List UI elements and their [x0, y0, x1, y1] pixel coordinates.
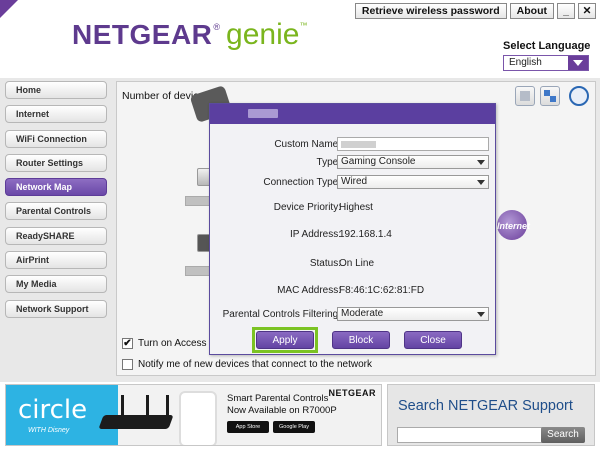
sidebar-item-readyshare[interactable]: ReadySHARE: [5, 226, 107, 245]
block-button[interactable]: Block: [332, 331, 390, 349]
mac-address-row: MAC Address: F8:46:1C:62:81:FD: [210, 285, 495, 299]
support-search-box: Search NETGEAR Support Search: [387, 384, 595, 446]
map-view-icon[interactable]: [540, 86, 560, 106]
support-title: Search NETGEAR Support: [398, 398, 573, 414]
language-select[interactable]: English: [503, 55, 589, 71]
sidebar-item-wifi-connection[interactable]: WiFi Connection: [5, 129, 107, 148]
connection-type-label: Connection Type:: [263, 177, 341, 188]
sidebar-item-my-media[interactable]: My Media: [5, 275, 107, 294]
netgear-genie-logo: NETGEAR ® genie ™: [72, 18, 307, 52]
chevron-down-icon: [477, 160, 485, 165]
router-antenna: [166, 395, 169, 417]
mac-address-label: MAC Address:: [277, 285, 341, 296]
close-button[interactable]: Close: [404, 331, 462, 349]
list-view-icon[interactable]: [515, 86, 535, 106]
status-row: Status: On Line: [210, 258, 495, 272]
access-control-label: Turn on Access C: [138, 338, 217, 349]
language-label: Select Language: [503, 40, 591, 52]
sidebar-item-parental-controls[interactable]: Parental Controls: [5, 202, 107, 221]
custom-name-row: Custom Name:: [210, 137, 495, 153]
refresh-icon[interactable]: [569, 86, 589, 106]
type-select[interactable]: Gaming Console: [337, 155, 489, 169]
minimize-button[interactable]: _: [557, 3, 575, 19]
status-label: Status:: [309, 258, 341, 269]
parental-filtering-value: Moderate: [341, 308, 384, 319]
dialog-title-redacted: [248, 109, 278, 118]
chevron-down-icon: [568, 56, 588, 70]
apply-highlight: Apply: [252, 327, 318, 353]
notify-label: Notify me of new devices that connect to…: [138, 359, 373, 370]
view-toolbar: [515, 86, 589, 106]
ad-subheadline: Now Available on R7000P: [227, 405, 337, 416]
internet-label: Internet: [497, 221, 531, 231]
connection-type-row: Connection Type: Wired: [210, 175, 495, 191]
chevron-down-icon: [477, 180, 485, 185]
device-priority-label: Device Priority:: [273, 202, 341, 213]
notify-checkbox[interactable]: [122, 359, 133, 370]
mac-address-value: F8:46:1C:62:81:FD: [339, 285, 425, 296]
router-image: [98, 415, 174, 429]
router-antenna: [121, 395, 124, 417]
logo-trademark: ™: [299, 21, 308, 30]
dialog-button-row: Apply Block Close: [252, 327, 462, 353]
circle-ad-banner: circle WITH Disney: [6, 385, 118, 445]
device-priority-row: Device Priority: Highest: [210, 202, 495, 216]
app-header: NETGEAR ® genie ™ Retrieve wireless pass…: [0, 0, 600, 80]
device-details-dialog: Custom Name: Type: Gaming Console Connec…: [209, 103, 496, 355]
sidebar-item-network-map[interactable]: Network Map: [5, 178, 107, 197]
store-badges: App Store Google Play: [227, 421, 315, 433]
phone-image: [179, 391, 217, 445]
chevron-down-icon: [477, 312, 485, 317]
ip-address-value: 192.168.1.4: [339, 229, 392, 240]
internet-globe-icon[interactable]: Internet: [497, 210, 531, 240]
parental-filtering-row: Parental Controls Filtering: Moderate: [210, 307, 495, 323]
circle-advertisement[interactable]: circle WITH Disney NETGEAR Smart Parenta…: [5, 384, 382, 446]
router-antenna: [146, 395, 149, 417]
sidebar-item-airprint[interactable]: AirPrint: [5, 251, 107, 270]
dialog-body: Custom Name: Type: Gaming Console Connec…: [210, 124, 495, 354]
connection-type-value: Wired: [341, 176, 368, 187]
notify-row: Notify me of new devices that connect to…: [122, 359, 372, 370]
ip-address-label: IP Address:: [290, 229, 341, 240]
parental-filtering-select[interactable]: Moderate: [337, 307, 489, 321]
ad-headline: Smart Parental Controls: [227, 393, 329, 404]
type-value: Gaming Console: [341, 156, 416, 167]
type-row: Type: Gaming Console: [210, 155, 495, 171]
access-control-checkbox[interactable]: ✔: [122, 338, 133, 349]
retrieve-password-button[interactable]: Retrieve wireless password: [354, 3, 507, 19]
ip-address-row: IP Address: 192.168.1.4: [210, 229, 495, 243]
logo-brand: NETGEAR: [72, 19, 213, 50]
status-value: On Line: [339, 258, 375, 269]
circle-disney-text: WITH Disney: [28, 427, 70, 434]
google-play-badge[interactable]: Google Play: [273, 421, 315, 433]
logo-product: genie: [226, 18, 300, 51]
access-control-row: ✔ Turn on Access C: [122, 338, 217, 349]
circle-brand-text: circle: [18, 395, 88, 425]
support-search-button[interactable]: Search: [541, 427, 585, 443]
app-store-badge[interactable]: App Store: [227, 421, 269, 433]
about-button[interactable]: About: [509, 3, 554, 19]
ad-netgear-mark: NETGEAR: [328, 388, 376, 398]
sidebar-nav: Home Internet WiFi Connection Router Set…: [5, 81, 107, 324]
language-value: English: [509, 57, 542, 68]
connection-type-select[interactable]: Wired: [337, 175, 489, 189]
sidebar-item-network-support[interactable]: Network Support: [5, 299, 107, 318]
custom-name-label: Custom Name:: [274, 139, 341, 150]
top-toolbar: Retrieve wireless password About _ ✕: [354, 3, 596, 19]
apply-button[interactable]: Apply: [256, 331, 314, 349]
sidebar-item-home[interactable]: Home: [5, 81, 107, 99]
custom-name-input[interactable]: [337, 137, 489, 151]
sidebar-item-router-settings[interactable]: Router Settings: [5, 153, 107, 172]
device-priority-value: Highest: [339, 202, 373, 213]
corner-accent: [0, 0, 18, 18]
logo-registered-mark: ®: [213, 22, 221, 32]
support-search-input[interactable]: [397, 427, 543, 443]
close-window-button[interactable]: ✕: [578, 3, 596, 19]
parental-filtering-label: Parental Controls Filtering:: [222, 309, 341, 320]
dialog-title-bar: [210, 104, 495, 124]
sidebar-item-internet[interactable]: Internet: [5, 105, 107, 124]
